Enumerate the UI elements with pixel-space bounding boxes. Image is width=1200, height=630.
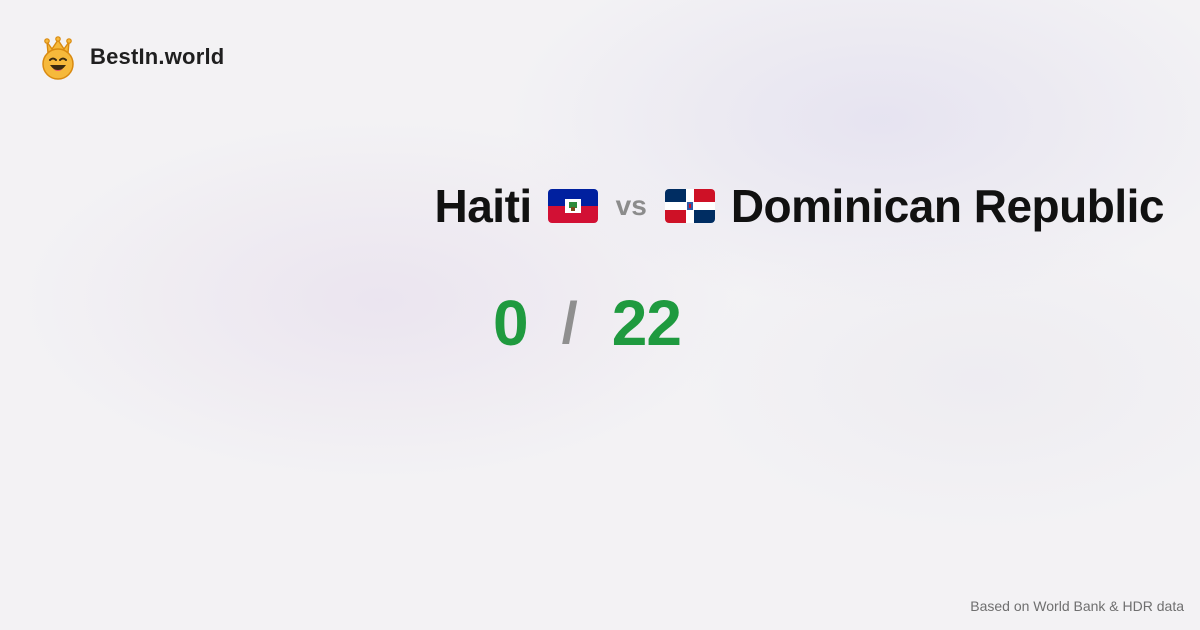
data-source-note: Based on World Bank & HDR data: [970, 598, 1184, 614]
right-score: 22: [611, 287, 682, 359]
right-country-name: Dominican Republic: [730, 180, 1165, 232]
vs-label: vs: [615, 190, 647, 221]
dominican-republic-flag-icon: [664, 189, 715, 223]
left-score: 0: [493, 287, 529, 359]
haiti-flag-icon: [547, 189, 598, 223]
brand-logo[interactable]: BestIn.world: [38, 34, 224, 80]
comparison-title: Haiti vs Dominican Republic: [434, 178, 1164, 234]
score-separator: /: [561, 290, 578, 356]
score-display: 0 / 22: [493, 285, 682, 361]
crowned-smiley-icon: [42, 36, 74, 80]
left-country-name: Haiti: [434, 180, 532, 232]
brand-name: BestIn.world: [90, 44, 225, 69]
